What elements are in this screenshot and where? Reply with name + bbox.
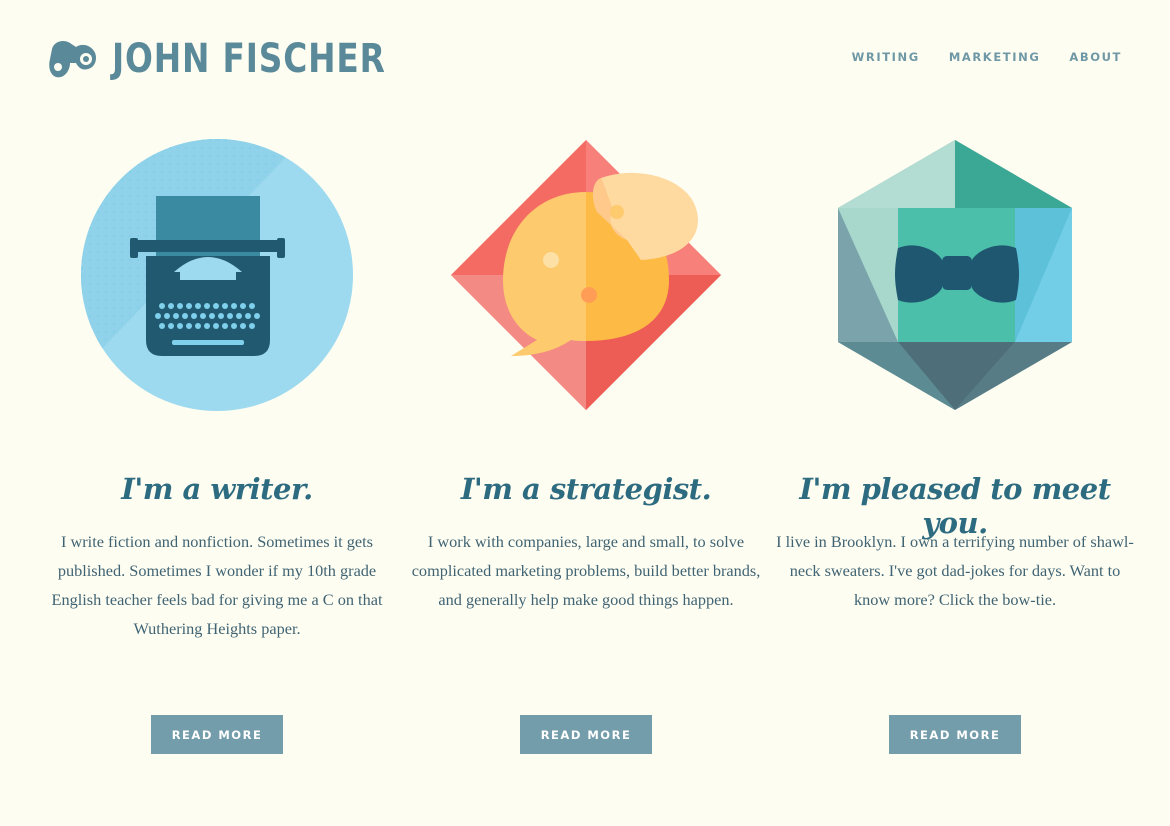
strategist-card: I'm a strategist. I work with companies,… (401, 130, 771, 754)
writer-description: I write fiction and nonfiction. Sometime… (51, 532, 383, 638)
nav-item-writing[interactable]: WRITING (852, 50, 920, 64)
typewriter-icon[interactable] (72, 130, 362, 420)
writer-heading: I'm a writer. (121, 472, 313, 506)
strategist-description: I work with companies, large and small, … (411, 532, 761, 609)
nav-item-about[interactable]: ABOUT (1069, 50, 1122, 64)
bow-tie-gem-icon[interactable] (810, 130, 1100, 420)
binoculars-icon (49, 41, 96, 78)
writer-card: I'm a writer. I write fiction and nonfic… (32, 130, 402, 754)
logo-link[interactable]: JOHN FISCHER (48, 36, 446, 82)
site-header: JOHN FISCHER WRITING MARKETING ABOUT (0, 0, 1170, 110)
strategist-read-more-button[interactable]: READ MORE (520, 715, 652, 754)
writer-read-more-button[interactable]: READ MORE (151, 715, 283, 754)
meet-card: I'm pleased to meet you. I live in Brook… (770, 130, 1140, 754)
strategist-heading: I'm a strategist. (460, 472, 712, 506)
nav-item-marketing[interactable]: MARKETING (949, 50, 1041, 64)
main-nav: WRITING MARKETING ABOUT (852, 50, 1122, 64)
speech-bubble-puzzle-icon[interactable] (441, 130, 731, 420)
meet-read-more-button[interactable]: READ MORE (889, 715, 1021, 754)
site-title: JOHN FISCHER (112, 36, 386, 82)
meet-description: I live in Brooklyn. I own a terrifying n… (776, 532, 1134, 609)
